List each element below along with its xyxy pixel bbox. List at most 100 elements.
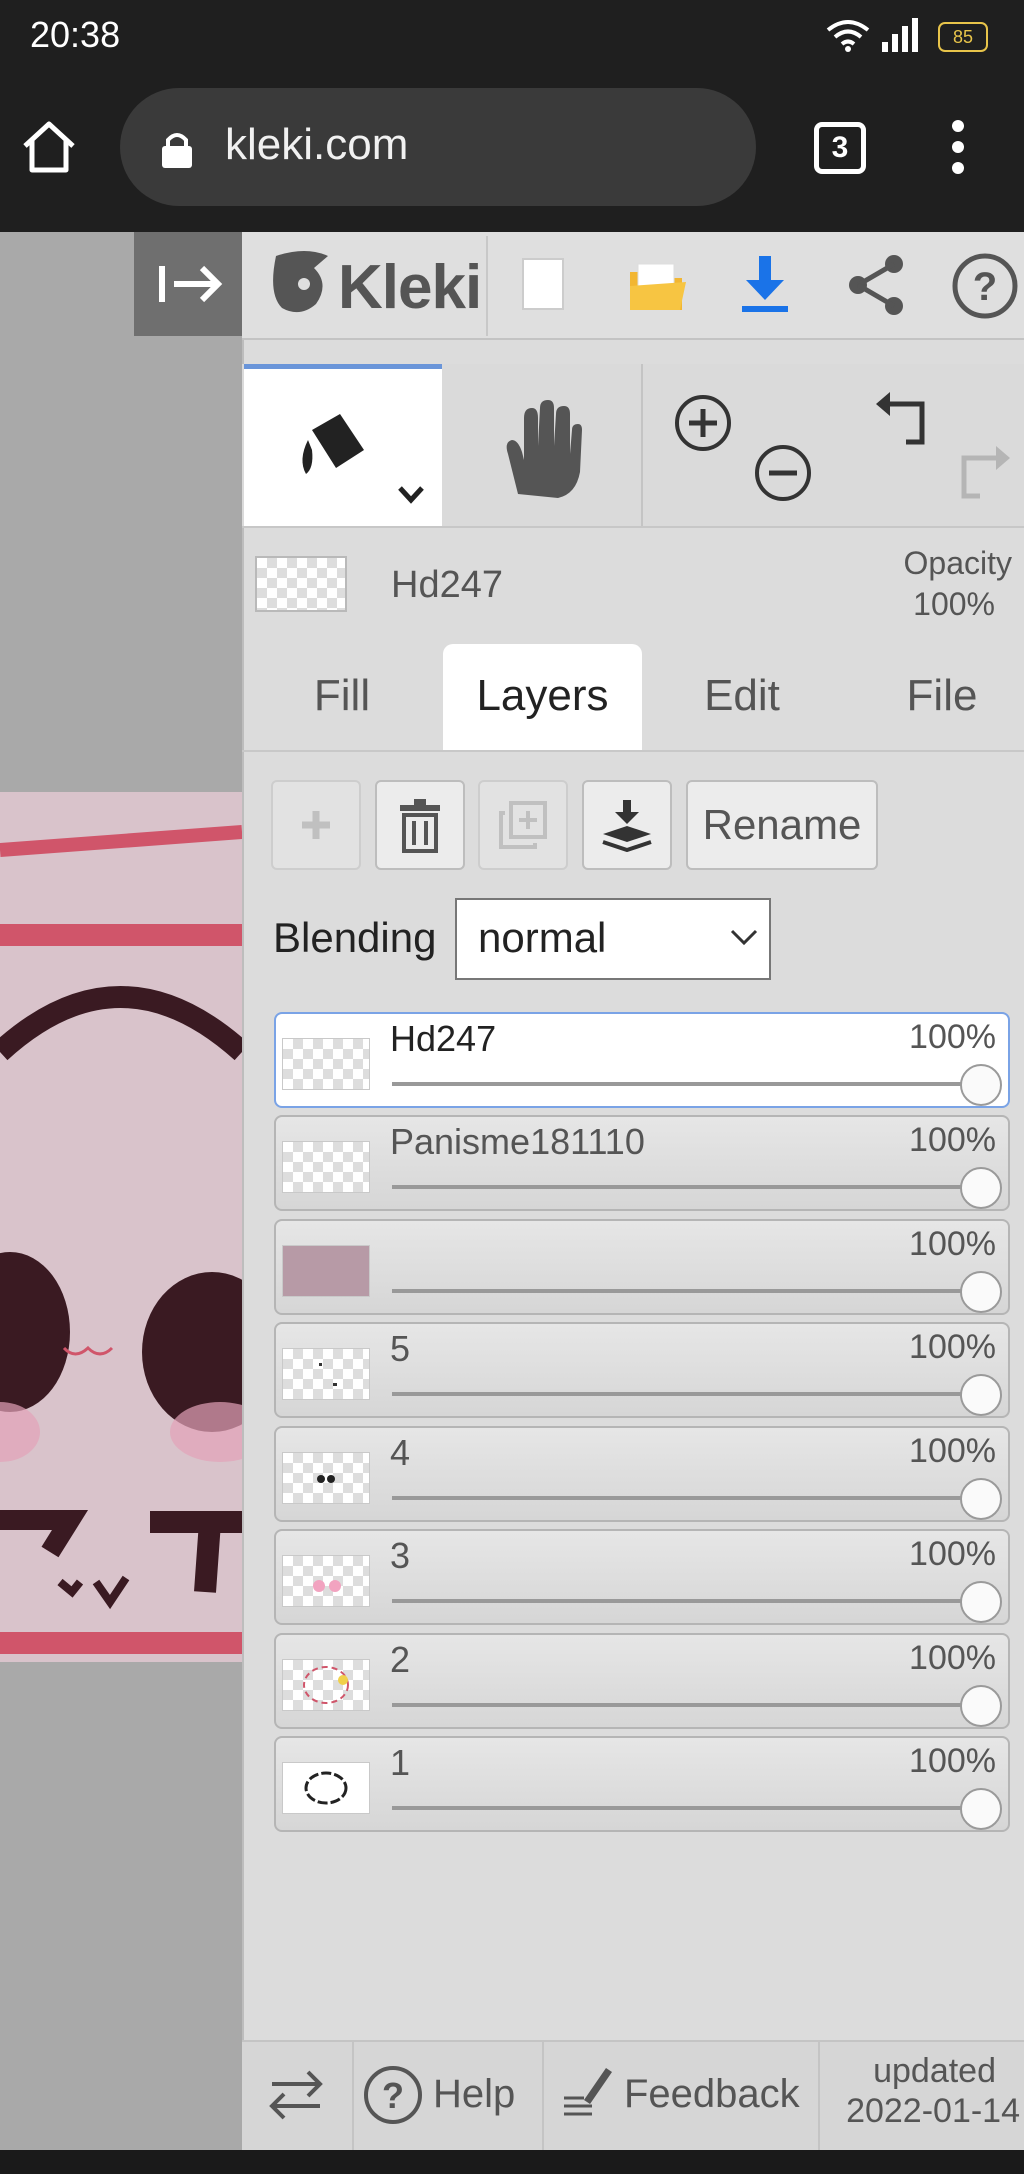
opacity-slider-track[interactable] — [392, 1496, 990, 1500]
opacity-slider-handle[interactable] — [960, 1478, 1002, 1520]
tab-layers[interactable]: Layers — [443, 644, 642, 750]
tab-fill[interactable]: Fill — [262, 644, 422, 750]
opacity-slider-handle[interactable] — [960, 1374, 1002, 1416]
layer-row[interactable]: Hd247 100% — [274, 1012, 1010, 1108]
layer-row[interactable]: 3 100% — [274, 1529, 1010, 1625]
drawing-canvas[interactable] — [0, 232, 242, 2150]
opacity-slider-handle[interactable] — [960, 1167, 1002, 1209]
layer-row[interactable]: 1 100% — [274, 1736, 1010, 1832]
svg-text:?: ? — [973, 265, 997, 309]
wifi-icon — [826, 20, 870, 52]
trash-icon — [400, 799, 440, 853]
opacity-slider-track[interactable] — [392, 1806, 990, 1810]
chevron-down-icon[interactable] — [396, 484, 426, 506]
save-download-icon[interactable] — [738, 254, 792, 314]
more-menu-icon[interactable] — [948, 118, 968, 176]
layer-thumbnail — [282, 1038, 370, 1090]
layer-thumbnail — [282, 1452, 370, 1504]
layer-opacity: 100% — [909, 1328, 996, 1366]
layer-name: 1 — [390, 1742, 411, 1783]
layer-thumbnail — [282, 1141, 370, 1193]
undo-icon[interactable] — [872, 390, 934, 450]
layer-opacity: 100% — [909, 1535, 996, 1573]
layer-row[interactable]: 2 100% — [274, 1633, 1010, 1729]
layer-thumbnail — [282, 1659, 370, 1711]
url-text[interactable]: kleki.com — [225, 120, 408, 170]
opacity-label: Opacity — [903, 545, 1012, 581]
paint-bucket-icon — [302, 414, 364, 474]
merge-down-button[interactable] — [582, 780, 672, 870]
layer-name: 2 — [390, 1639, 411, 1680]
add-layer-button[interactable] — [271, 780, 361, 870]
layer-opacity: 100% — [909, 1639, 996, 1677]
layer-row[interactable]: Panisme181110 100% — [274, 1115, 1010, 1211]
footer-divider — [352, 2040, 354, 2150]
redo-icon[interactable] — [954, 444, 1016, 504]
header-divider — [486, 236, 488, 336]
delete-layer-button[interactable] — [375, 780, 465, 870]
zoom-in-icon[interactable] — [672, 392, 734, 454]
rename-layer-button[interactable]: Rename — [686, 780, 878, 870]
zoom-out-icon[interactable] — [752, 442, 814, 504]
hand-tool-icon[interactable] — [494, 398, 582, 498]
layer-name: 4 — [390, 1432, 411, 1473]
help-icon[interactable]: ? — [950, 252, 1020, 320]
layer-opacity: 100% — [909, 1432, 996, 1470]
app-name: Kleki — [338, 253, 482, 322]
battery-indicator: 85 — [938, 22, 988, 52]
new-image-icon[interactable] — [522, 258, 564, 310]
signal-icon — [882, 18, 918, 52]
footer-divider — [542, 2040, 544, 2150]
opacity-slider-track[interactable] — [392, 1599, 990, 1603]
svg-text:?: ? — [382, 2075, 404, 2116]
layer-row[interactable]: 100% — [274, 1219, 1010, 1315]
updated-label: updated — [873, 2052, 996, 2090]
opacity-slider-track[interactable] — [392, 1703, 990, 1707]
status-bar — [0, 0, 1024, 72]
share-icon[interactable] — [846, 254, 906, 316]
layer-row[interactable]: 4 100% — [274, 1426, 1010, 1522]
opacity-slider-handle[interactable] — [960, 1271, 1002, 1313]
layer-thumbnail — [282, 1762, 370, 1814]
collapse-panel-button[interactable] — [134, 232, 242, 336]
opacity-slider-handle[interactable] — [960, 1064, 1002, 1106]
help-circle-icon[interactable]: ? — [362, 2064, 424, 2126]
layer-opacity: 100% — [909, 1018, 996, 1056]
tab-switcher-button[interactable]: 3 — [814, 122, 866, 174]
status-time: 20:38 — [30, 14, 121, 55]
duplicate-icon — [499, 801, 547, 849]
opacity-slider-track[interactable] — [392, 1185, 990, 1189]
layer-name: Panisme181110 — [390, 1121, 645, 1162]
layer-name: 5 — [390, 1328, 411, 1369]
blending-label: Blending — [273, 914, 437, 961]
opacity-slider-handle[interactable] — [960, 1581, 1002, 1623]
blending-value: normal — [478, 914, 607, 961]
tab-edit[interactable]: Edit — [662, 644, 822, 750]
opacity-slider-handle[interactable] — [960, 1788, 1002, 1830]
feedback-link[interactable]: Feedback — [624, 2072, 800, 2117]
updated-date: 2022-01-14 — [846, 2092, 1020, 2130]
lock-icon — [162, 133, 192, 168]
opacity-slider-track[interactable] — [392, 1392, 990, 1396]
home-icon[interactable] — [20, 118, 78, 174]
system-nav-bar — [0, 2150, 1024, 2174]
duplicate-layer-button[interactable] — [478, 780, 568, 870]
artwork-image — [0, 792, 242, 1662]
opacity-slider-handle[interactable] — [960, 1685, 1002, 1727]
open-folder-icon[interactable] — [626, 258, 686, 314]
tab-file[interactable]: File — [862, 644, 1022, 750]
layer-row[interactable]: 5 100% — [274, 1322, 1010, 1418]
layer-opacity: 100% — [909, 1742, 996, 1780]
layer-opacity: 100% — [909, 1225, 996, 1263]
layer-thumbnail — [282, 1245, 370, 1297]
merge-down-icon — [602, 800, 652, 852]
layer-opacity: 100% — [909, 1121, 996, 1159]
address-bar[interactable] — [120, 88, 756, 206]
feedback-pencil-icon[interactable] — [562, 2064, 612, 2120]
opacity-slider-track[interactable] — [392, 1289, 990, 1293]
opacity-slider-track[interactable] — [392, 1082, 990, 1086]
help-link[interactable]: Help — [433, 2072, 515, 2117]
current-layer-thumbnail — [255, 556, 347, 612]
plus-icon — [302, 811, 330, 839]
swap-sides-icon[interactable] — [268, 2068, 324, 2122]
